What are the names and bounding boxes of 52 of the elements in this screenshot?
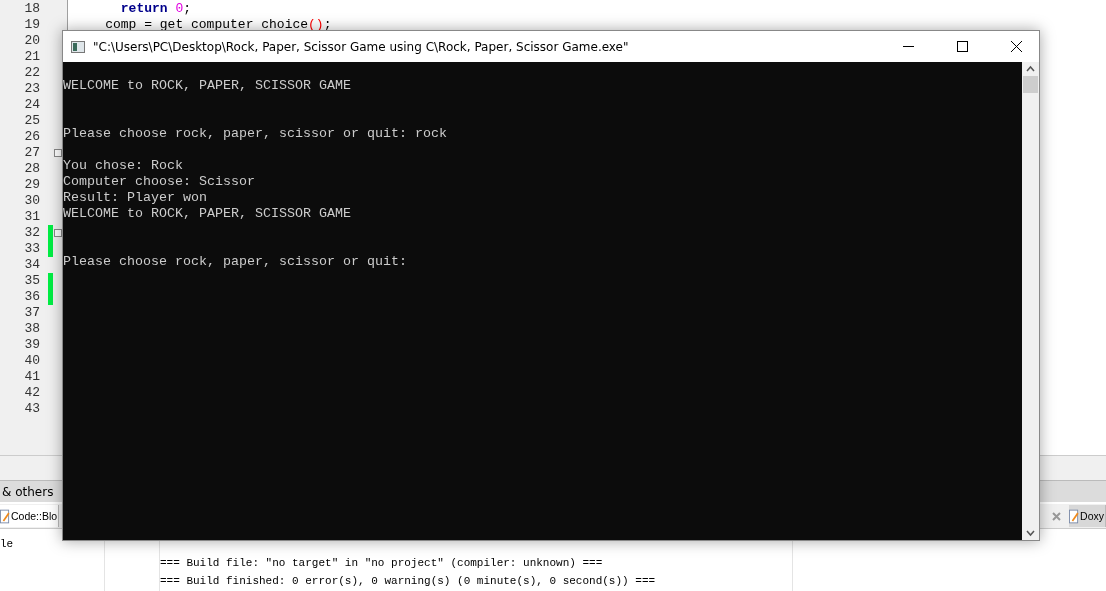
line-number: 29 bbox=[23, 177, 41, 193]
line-number: 34 bbox=[23, 257, 41, 273]
panel-tab[interactable]: Doxy bbox=[1069, 505, 1106, 527]
pencil-icon bbox=[0, 508, 10, 524]
line-number: 22 bbox=[23, 65, 41, 81]
line-number: 21 bbox=[23, 49, 41, 65]
line-number: 41 bbox=[23, 369, 41, 385]
window-title: "C:\Users\PC\Desktop\Rock, Paper, Scissor Game using C\Rock, Paper, Scissor Game.exe" bbox=[93, 39, 630, 54]
line-number: 38 bbox=[23, 321, 41, 337]
scrollbar[interactable] bbox=[1022, 62, 1039, 540]
line-number: 24 bbox=[23, 97, 41, 113]
line-number: 33 bbox=[23, 241, 41, 257]
console-line: WELCOME to ROCK, PAPER, SCISSOR GAME bbox=[63, 78, 352, 94]
console-app-icon bbox=[71, 40, 85, 53]
pencil-icon bbox=[1069, 508, 1080, 524]
maximize-icon[interactable] bbox=[956, 41, 968, 52]
line-number: 32 bbox=[23, 225, 41, 241]
line-number: 23 bbox=[23, 81, 41, 97]
line-number: 20 bbox=[23, 33, 41, 49]
line-number: 19 bbox=[23, 17, 41, 33]
line-number: 27 bbox=[23, 145, 41, 161]
scrollbar-track[interactable] bbox=[0, 455, 62, 481]
line-number: 35 bbox=[23, 273, 41, 289]
panel-tab[interactable]: Code::Blo bbox=[0, 505, 60, 527]
scrollbar-track[interactable] bbox=[1040, 455, 1106, 481]
line-number: 30 bbox=[23, 193, 41, 209]
line-number: 43 bbox=[23, 401, 41, 417]
line-number: 39 bbox=[23, 337, 41, 353]
line-number: 25 bbox=[23, 113, 41, 129]
line-number: 26 bbox=[23, 129, 41, 145]
build-message: === Build file: "no target" in "no project" (compiler: unknown) === bbox=[160, 556, 604, 571]
console-line: Computer choose: Scissor bbox=[63, 174, 256, 190]
close-icon[interactable] bbox=[1010, 41, 1022, 52]
fold-marker-icon[interactable] bbox=[54, 149, 62, 157]
line-number: 40 bbox=[23, 353, 41, 369]
line-number: 42 bbox=[23, 385, 41, 401]
line-number: 18 bbox=[23, 1, 41, 17]
console-line: Please choose rock, paper, scissor or quit: rock bbox=[63, 126, 448, 142]
build-message: === Build finished: 0 error(s), 0 warning(s) (0 minute(s), 0 second(s)) === bbox=[160, 574, 657, 589]
console-line: WELCOME to ROCK, PAPER, SCISSOR GAME bbox=[63, 206, 352, 222]
line-number: 37 bbox=[23, 305, 41, 321]
line-number: 31 bbox=[23, 209, 41, 225]
fold-marker-icon[interactable] bbox=[54, 229, 62, 237]
scroll-thumb[interactable] bbox=[1023, 76, 1038, 93]
console-line: You chose: Rock bbox=[63, 158, 184, 174]
console-line: Please choose rock, paper, scissor or quit: bbox=[63, 254, 408, 270]
console-line: Result: Player won bbox=[63, 190, 208, 206]
panel-title: & others bbox=[2, 484, 54, 499]
line-number: 28 bbox=[23, 161, 41, 177]
line-number: 36 bbox=[23, 289, 41, 305]
log-cell-text: le bbox=[0, 537, 15, 552]
code-line: return 0; bbox=[119, 1, 192, 17]
